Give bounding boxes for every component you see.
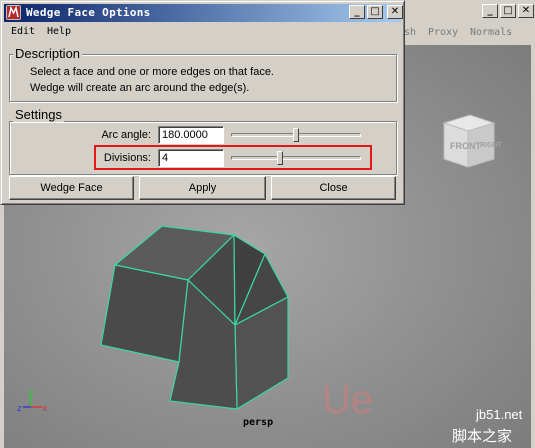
dialog-title-bar[interactable]: Wedge Face Options _ □ ✕ [4,4,403,22]
camera-label: persp [243,417,273,428]
view-cube-front-label: FRONT [450,141,481,151]
arc-angle-slider-thumb[interactable] [293,128,299,142]
close-icon[interactable]: ✕ [518,4,534,18]
axis-z-label: z [17,404,22,414]
minimize-icon[interactable]: _ [349,5,365,19]
axis-x-label: x [42,404,48,414]
maya-window-controls: _ □ ✕ [482,4,534,18]
description-frame [9,54,397,102]
settings-heading: Settings [13,107,64,122]
watermark-brand: 脚本之家 [452,427,512,445]
view-cube-right-label: RIGHT [480,142,503,149]
description-line-2: Wedge will create an arc around the edge… [30,82,250,94]
watermark-logo: Ue [322,378,373,422]
description-line-1: Select a face and one or more edges on t… [30,66,274,78]
menu-item-proxy[interactable]: Proxy [428,27,458,38]
arc-angle-field[interactable]: 180.0000 [158,126,224,144]
dialog-title: Wedge Face Options [26,6,151,19]
maximize-icon[interactable]: □ [500,4,516,18]
watermark-site: jb51.net [475,407,523,422]
description-heading: Description [13,46,83,61]
arc-angle-slider[interactable] [231,126,361,144]
wedge-face-options-dialog: Wedge Face Options _ □ ✕ Edit Help Descr… [0,0,405,205]
menu-edit[interactable]: Edit [11,26,35,37]
menu-help[interactable]: Help [47,26,71,37]
menu-item-shading[interactable]: sh [404,27,416,38]
wedge-face-button[interactable]: Wedge Face [9,176,134,200]
divisions-highlight-box [94,145,372,170]
dialog-window-controls: _ □ ✕ [349,5,403,19]
maya-app-icon [6,5,21,20]
close-icon[interactable]: ✕ [387,5,403,19]
axis-y-label: y [28,387,34,397]
apply-button[interactable]: Apply [139,176,266,200]
close-button[interactable]: Close [271,176,396,200]
menu-item-normals[interactable]: Normals [470,27,512,38]
arc-angle-label: Arc angle: [101,129,151,141]
maximize-icon[interactable]: □ [367,5,383,19]
minimize-icon[interactable]: _ [482,4,498,18]
